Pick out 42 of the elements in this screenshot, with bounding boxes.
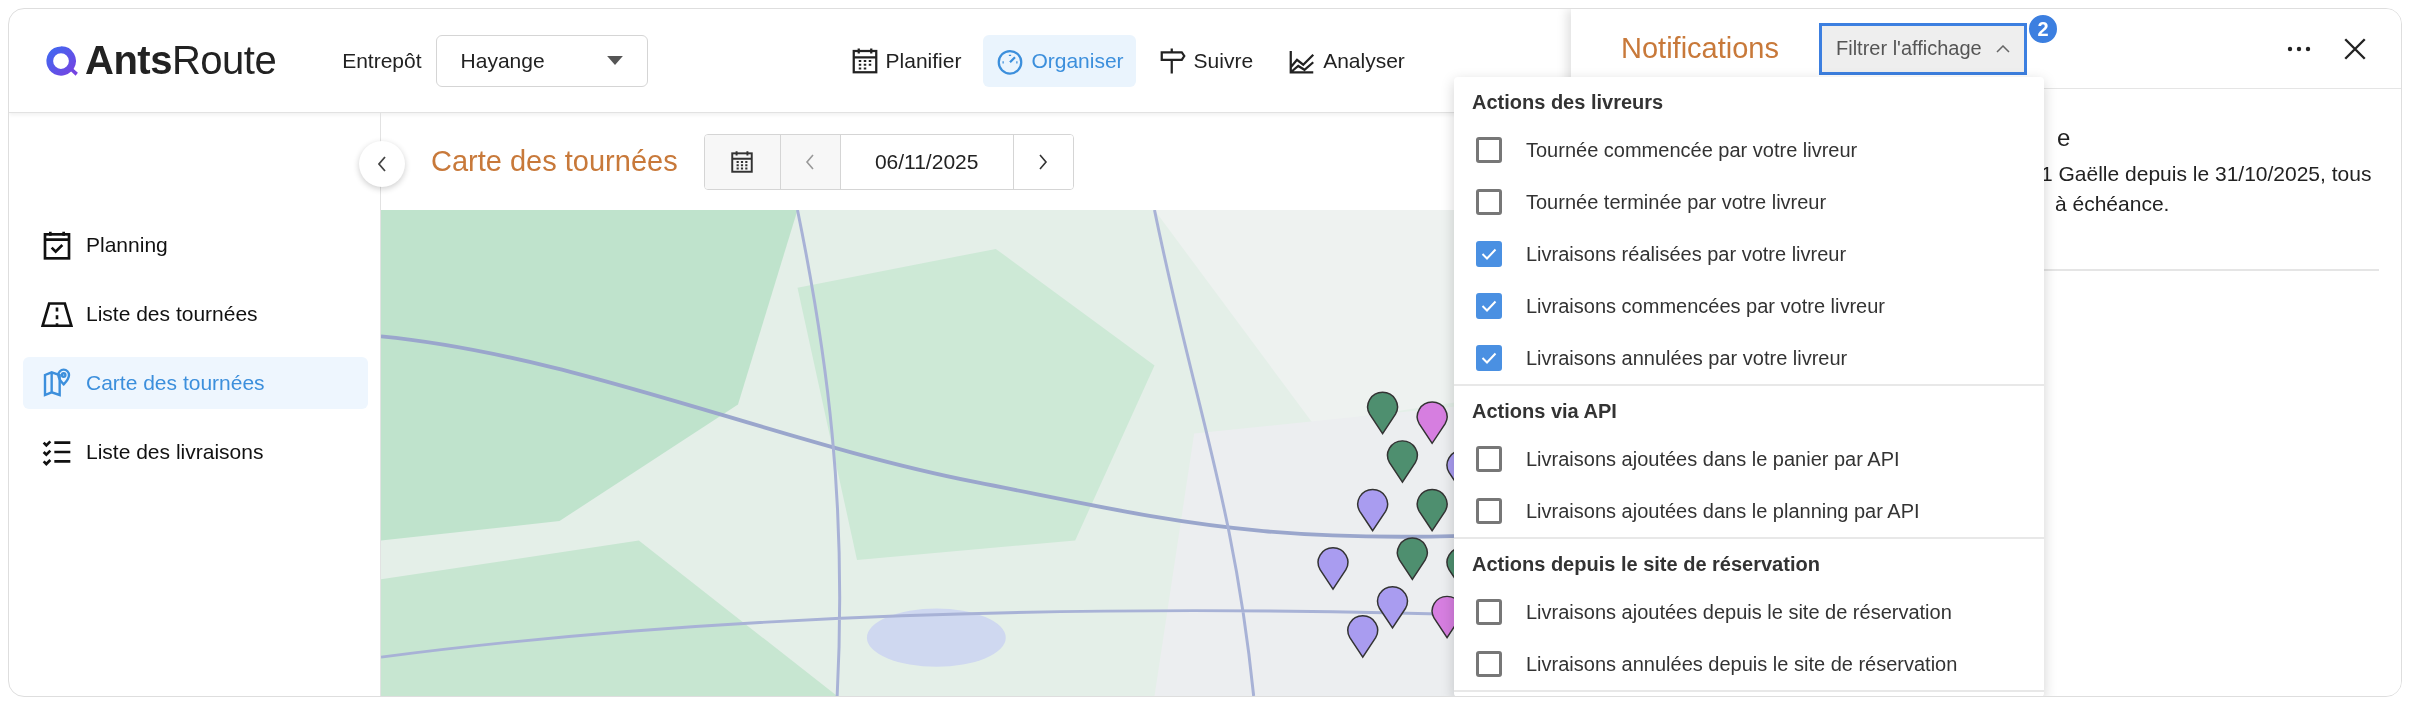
nav-tab[interactable]: Analyser <box>1275 34 1417 87</box>
option-label: Livraisons annulées par votre livreur <box>1526 346 1848 370</box>
nav-tab[interactable]: Planifier <box>837 34 974 87</box>
checkbox[interactable] <box>1476 599 1502 625</box>
checkbox[interactable] <box>1476 345 1502 371</box>
nav-tab[interactable]: Suivre <box>1145 34 1266 87</box>
sidebar-item[interactable]: Liste des livraisons <box>23 426 368 478</box>
option-label: Livraisons commencées par votre livreur <box>1526 294 1886 318</box>
option-label: Livraisons ajoutées dans le planning par API <box>1526 499 1920 523</box>
checkmark-icon <box>1481 352 1497 364</box>
option-label: Livraisons ajoutées depuis le site de réservation <box>1526 600 1952 624</box>
warehouse-select[interactable]: Hayange <box>435 34 648 87</box>
checkbox[interactable] <box>1476 651 1502 677</box>
option-label: Livraisons ajoutées dans le panier par API <box>1526 447 1900 471</box>
logo: AntsRoute <box>85 38 277 83</box>
notification-text: à échéance. <box>2055 191 2171 217</box>
panel-title: Notifications <box>1621 32 1779 65</box>
option-label: Livraisons réalisées par votre livreur <box>1526 242 1847 266</box>
more-icon <box>2287 45 2311 52</box>
checkbox[interactable] <box>1476 137 1502 163</box>
chevron-left-icon <box>377 156 387 172</box>
option-label: Tournée terminée par votre livreur <box>1526 190 1827 214</box>
caret-icon <box>1995 44 2010 53</box>
sidebar-item[interactable]: Planning <box>23 219 368 271</box>
section-heading: Actions depuis le site de réservation <box>1471 552 1821 577</box>
checkbox[interactable] <box>1476 189 1502 215</box>
sidebar-item[interactable]: Liste des tournées <box>23 288 368 340</box>
caret-icon <box>606 56 623 65</box>
checkmark-icon <box>1481 300 1497 312</box>
checkbox[interactable] <box>1476 241 1502 267</box>
checkbox[interactable] <box>1476 293 1502 319</box>
checkbox[interactable] <box>1476 446 1502 472</box>
notification-text: e <box>2057 123 2072 153</box>
option-label: Livraisons annulées depuis le site de réservation <box>1526 652 1958 676</box>
section-heading: Actions des livreurs <box>1471 90 1665 115</box>
option-label: Tournée commencée par votre livreur <box>1526 138 1858 162</box>
count-badge: 2 <box>2027 13 2059 45</box>
checkmark-icon <box>1481 248 1497 260</box>
section-heading: Actions via API <box>1471 399 1618 424</box>
warehouse-label: Entrepôt <box>342 48 422 73</box>
page-title: Carte des tournées <box>431 145 678 178</box>
checkbox[interactable] <box>1476 498 1502 524</box>
